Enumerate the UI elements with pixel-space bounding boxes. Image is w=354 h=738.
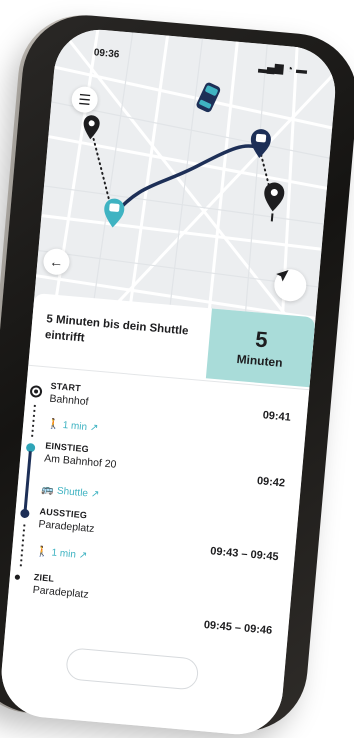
bus-icon: 🚌 xyxy=(41,484,55,497)
eta-value: 5 xyxy=(254,325,269,352)
destination-node-icon: ● xyxy=(13,569,22,584)
eta-unit: Minuten xyxy=(236,351,284,370)
alighting-place: Paradeplatz xyxy=(37,518,95,536)
alighting-node-icon xyxy=(20,508,30,519)
ride-leg: 🚌 Shuttle ↗ xyxy=(41,484,100,500)
walk-leg-1: 🚶 1 min ↗ xyxy=(47,419,99,434)
location-arrow-icon xyxy=(276,270,289,282)
start-node-icon xyxy=(29,384,43,398)
walking-icon: 🚶 xyxy=(35,546,49,559)
boarding-place: Am Bahnhof 20 xyxy=(43,452,117,471)
ride-line xyxy=(23,451,32,512)
destination-time: 09:45 – 09:46 xyxy=(203,619,273,637)
walk-duration-2: 1 min xyxy=(51,547,77,561)
shuttle-route xyxy=(111,144,262,218)
boarding-time: 09:42 xyxy=(256,475,286,490)
walk-dots xyxy=(19,522,26,567)
status-time: 09:36 xyxy=(93,47,120,61)
destination-place: Paradeplatz xyxy=(32,583,90,601)
walk-duration-1: 1 min xyxy=(62,419,88,434)
arrow-left-icon: ← xyxy=(48,253,65,271)
chevron-icon: ↗ xyxy=(78,549,88,562)
chevron-icon: ↗ xyxy=(90,488,100,501)
chevron-icon: ↗ xyxy=(89,422,99,435)
start-label: START xyxy=(50,380,82,394)
alighting-time: 09:43 – 09:45 xyxy=(209,545,280,564)
eta-badge: 5 Minuten xyxy=(205,308,316,388)
menu-icon: ☰ xyxy=(77,90,92,108)
dropoff-pin-icon xyxy=(250,129,271,159)
walk-leg-2: 🚶 1 min ↗ xyxy=(36,546,88,561)
start-place: Bahnhof xyxy=(48,392,89,409)
app-screen: 09:36 ▂▄▆ ◔ ▬ ☰ ← 5 Minuten bis dein Shu… xyxy=(0,26,339,738)
walk-dots xyxy=(31,403,37,438)
destination-label: ZIEL xyxy=(33,572,55,584)
phone-mockup: 09:36 ▂▄▆ ◔ ▬ ☰ ← 5 Minuten bis dein Shu… xyxy=(0,0,354,738)
start-time: 09:41 xyxy=(262,409,292,424)
ride-label: Shuttle xyxy=(56,485,89,500)
walking-icon: 🚶 xyxy=(46,418,61,431)
bottom-action-button[interactable] xyxy=(65,647,200,691)
trip-panel: 5 Minuten bis dein Shuttle eintrifft 5 M… xyxy=(0,292,316,738)
eta-message: 5 Minuten bis dein Shuttle eintrifft xyxy=(44,313,189,344)
